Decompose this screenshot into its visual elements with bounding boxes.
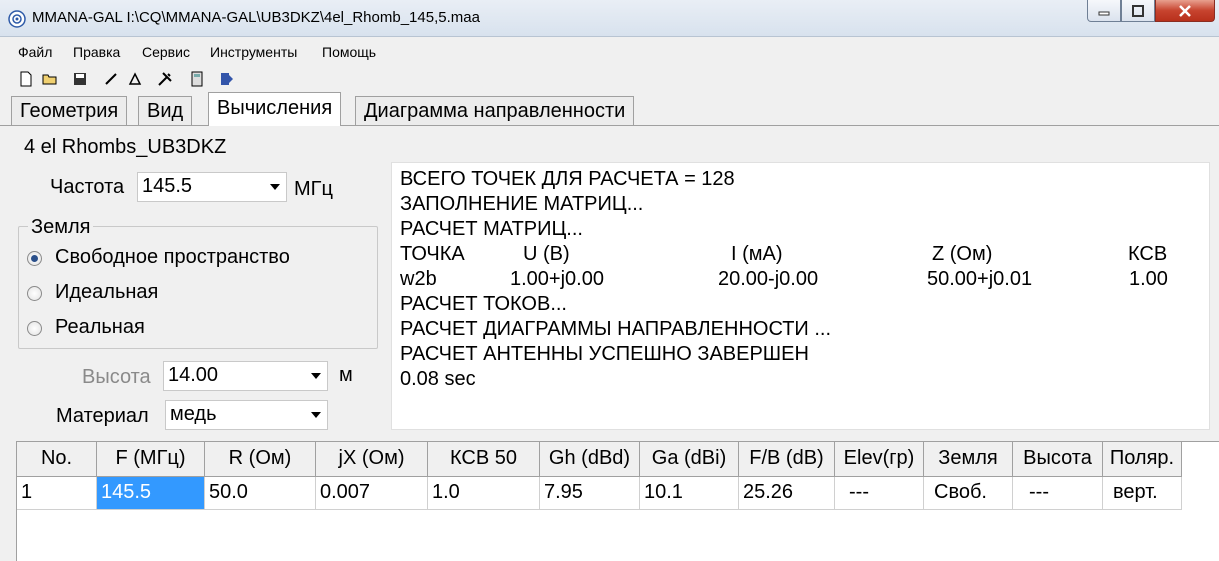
calculation-log[interactable]: ВСЕГО ТОЧЕК ДЛЯ РАСЧЕТА = 128 ЗАПОЛНЕНИЕ… [391,162,1210,430]
save-icon[interactable] [72,71,88,87]
menu-tools[interactable]: Инструменты [210,44,297,60]
grid-header-ground[interactable]: Земля [924,442,1013,477]
grid-header-freq[interactable]: F (МГц) [97,442,205,477]
log-cell-current: 20.00-j0.00 [718,268,819,290]
log-header-impedance: Z (Ом) [932,243,993,265]
log-header-point: ТОЧКА [400,243,465,265]
log-cell-point: w2b [400,268,437,290]
maximize-icon [1132,4,1144,17]
menu-file[interactable]: Файл [18,44,52,60]
tab-geometry[interactable]: Геометрия [11,96,128,125]
maximize-button[interactable] [1121,0,1155,22]
log-header-swr: КСВ [1128,243,1168,265]
tab-calculation[interactable]: Вычисления [208,92,342,126]
tab-radiation-pattern[interactable]: Диаграмма направленности [355,96,635,125]
height-value: 14.00 [168,364,219,386]
frequency-unit: МГц [294,178,333,200]
radio-free-space[interactable] [27,251,42,266]
toolbar [0,66,1219,92]
table-cell[interactable]: 1 [17,477,97,510]
calculator-icon[interactable] [189,71,205,87]
table-cell[interactable]: 50.0 [205,477,316,510]
radio-free-space-label[interactable]: Свободное пространство [55,246,290,269]
grid-header-ga[interactable]: Ga (dBi) [640,442,739,477]
log-header-voltage: U (В) [523,243,570,265]
tools-icon[interactable] [157,71,173,87]
menu-help[interactable]: Помощь [322,44,376,60]
line-icon[interactable] [103,71,119,87]
grid-header-r[interactable]: R (Ом) [205,442,316,477]
table-cell[interactable]: 7.95 [540,477,640,510]
table-cell[interactable]: 10.1 [640,477,739,510]
log-line: ВСЕГО ТОЧЕК ДЛЯ РАСЧЕТА = 128 [400,168,735,190]
log-line: ЗАПОЛНЕНИЕ МАТРИЦ... [400,193,644,215]
tab-strip: Геометрия Вид Вычисления Диаграмма напра… [0,92,1219,126]
radio-real[interactable] [27,321,42,336]
new-file-icon[interactable] [18,71,34,87]
height-label: Высота [82,366,151,388]
height-unit: м [339,364,353,386]
height-select[interactable]: 14.00 [163,361,328,391]
grid-header-swr50[interactable]: КСВ 50 [428,442,540,477]
minimize-icon [1098,11,1110,15]
material-label: Материал [56,405,149,427]
menu-edit[interactable]: Правка [73,44,120,60]
radio-perfect[interactable] [27,286,42,301]
table-cell[interactable]: Своб. [924,477,1013,510]
grid-header-height[interactable]: Высота [1013,442,1103,477]
window-title: MMANA-GAL I:\CQ\MMANA-GAL\UB3DKZ\4el_Rho… [32,9,480,26]
log-cell-impedance: 50.00+j0.01 [927,268,1033,290]
table-cell[interactable]: 145.5 [97,477,205,510]
tab-panel-border [0,125,1219,126]
results-grid[interactable]: No. F (МГц) R (Ом) jX (Ом) КСВ 50 Gh (dB… [16,441,1219,561]
log-line: РАСЧЕТ ДИАГРАММЫ НАПРАВЛЕННОСТИ ... [400,318,832,340]
table-cell[interactable]: 25.26 [739,477,835,510]
triangle-icon[interactable] [127,71,143,87]
table-cell[interactable]: --- [1013,477,1103,510]
table-cell[interactable]: 0.007 [316,477,428,510]
ground-group-title: Земля [28,216,94,239]
log-line: РАСЧЕТ ТОКОВ... [400,293,567,315]
close-icon [1179,4,1191,17]
log-cell-voltage: 1.00+j0.00 [510,268,604,290]
open-folder-icon[interactable] [42,71,58,87]
menu-service[interactable]: Сервис [142,44,190,60]
run-icon[interactable] [219,71,235,87]
material-select[interactable]: медь [165,400,328,430]
table-cell[interactable]: верт. [1103,477,1182,510]
grid-header-jx[interactable]: jX (Ом) [316,442,428,477]
radio-perfect-label[interactable]: Идеальная [55,281,158,304]
chevron-down-icon [270,184,280,190]
log-header-current: I (мА) [731,243,783,265]
chevron-down-icon [311,373,321,379]
frequency-value: 145.5 [142,175,193,197]
frequency-label: Частота [50,176,125,198]
title-bar: MMANA-GAL I:\CQ\MMANA-GAL\UB3DKZ\4el_Rho… [0,0,1219,37]
grid-header-elev[interactable]: Elev(гр) [835,442,924,477]
project-name: 4 el Rhombs_UB3DKZ [24,136,227,158]
minimize-button[interactable] [1087,0,1121,22]
chevron-down-icon [311,412,321,418]
app-icon [8,10,26,28]
radio-real-label[interactable]: Реальная [55,316,145,339]
table-cell[interactable]: 1.0 [428,477,540,510]
grid-header-polar[interactable]: Поляр. [1103,442,1182,477]
table-cell[interactable]: --- [835,477,924,510]
grid-header-fb[interactable]: F/B (dB) [739,442,835,477]
grid-header-no[interactable]: No. [17,442,97,477]
log-cell-swr: 1.00 [1129,268,1168,290]
close-button[interactable] [1155,0,1215,22]
material-value: медь [170,403,217,425]
tab-view[interactable]: Вид [138,96,193,125]
log-line: РАСЧЕТ АНТЕННЫ УСПЕШНО ЗАВЕРШЕН [400,343,809,365]
log-line: РАСЧЕТ МАТРИЦ... [400,218,583,240]
grid-header-gh[interactable]: Gh (dBd) [540,442,640,477]
frequency-select[interactable]: 145.5 [137,172,287,202]
log-line: 0.08 sec [400,368,476,390]
menu-bar: Файл Правка Сервис Инструменты Помощь [0,38,1219,66]
